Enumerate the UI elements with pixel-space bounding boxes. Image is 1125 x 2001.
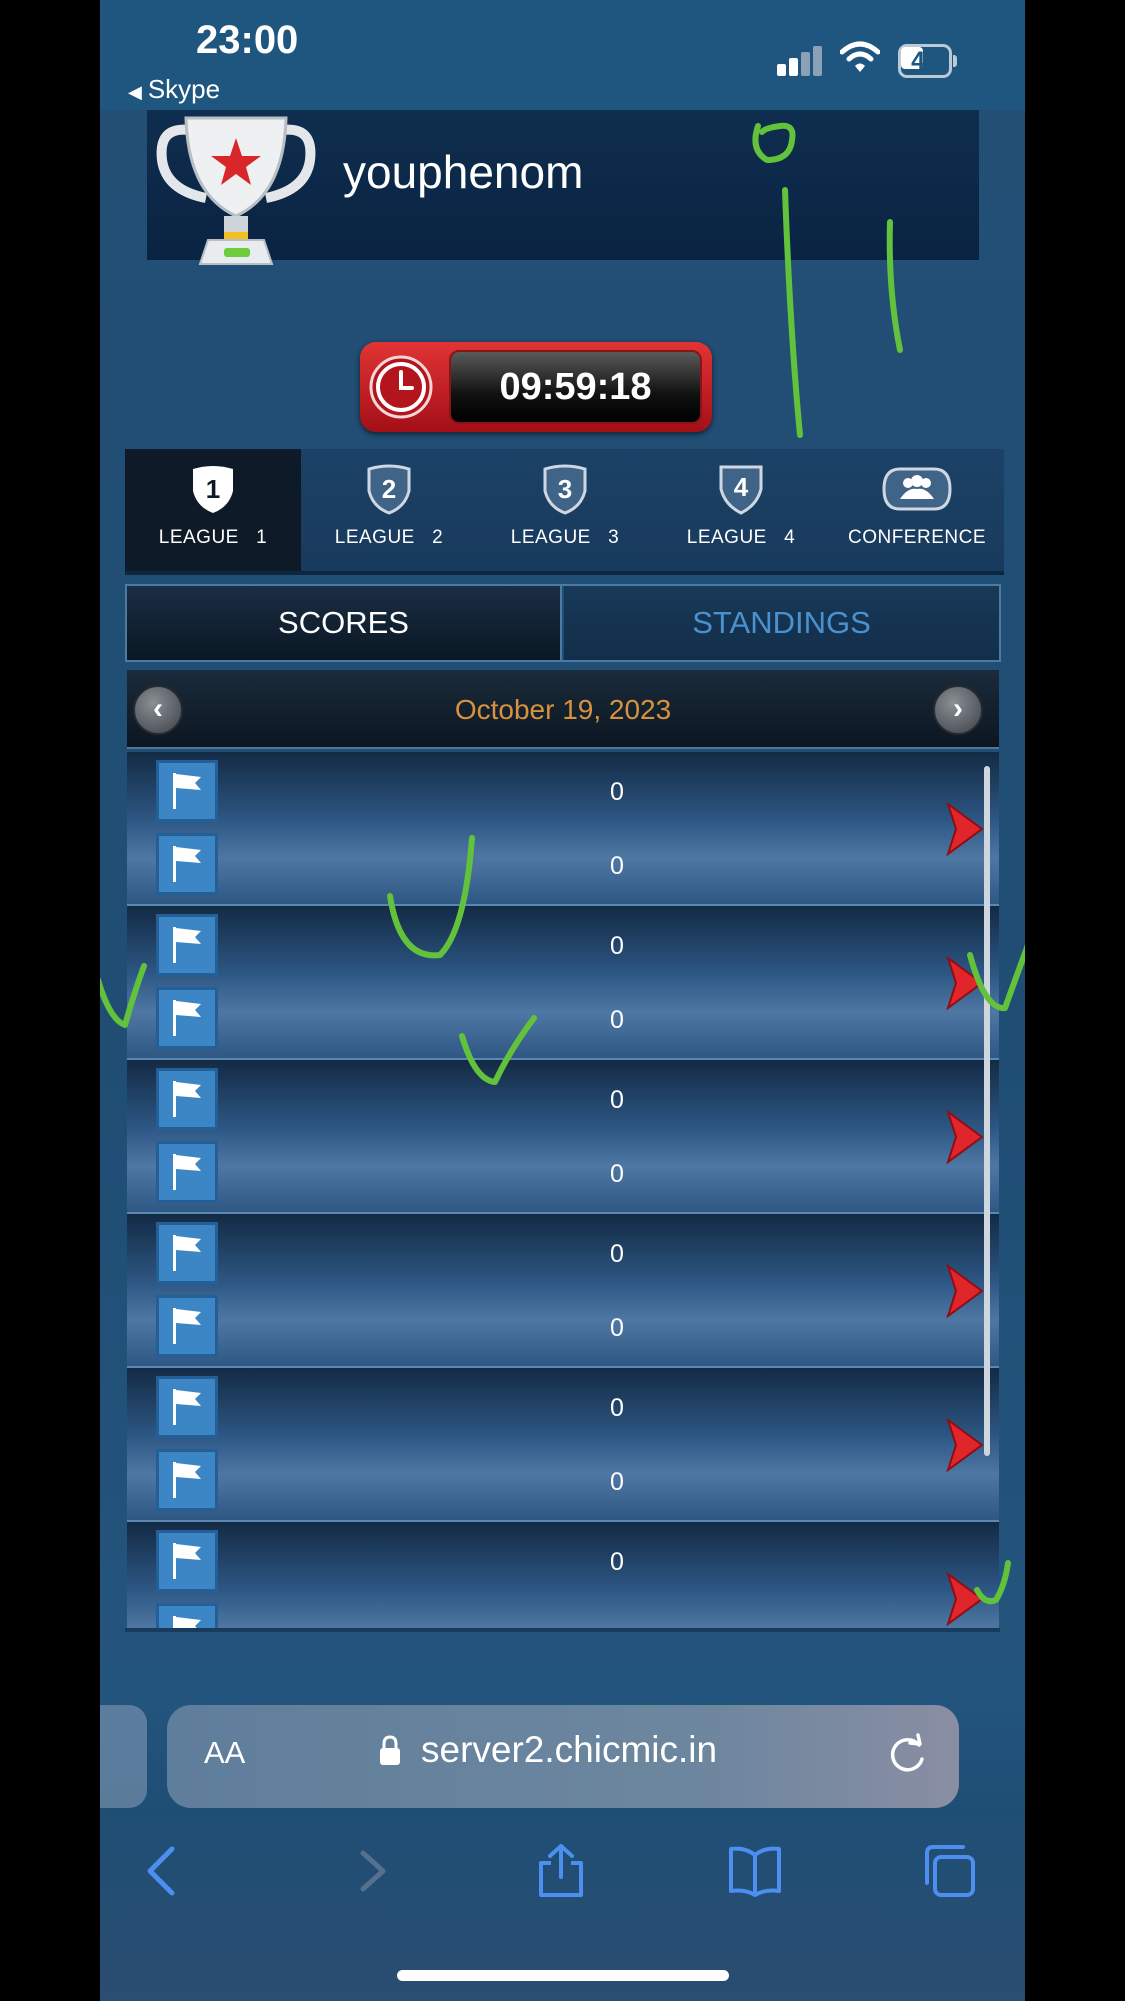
game-row[interactable]: 0: [127, 1522, 999, 1628]
tab-league-4[interactable]: 4 LEAGUE 4: [653, 449, 829, 571]
game-row[interactable]: 0 0: [127, 1060, 999, 1214]
tab-label: LEAGUE 4: [686, 527, 796, 548]
chevron-right-icon[interactable]: [942, 802, 984, 856]
games-scrollbar[interactable]: [984, 766, 990, 1456]
tabs-icon[interactable]: [921, 1843, 977, 1899]
team-score: 0: [610, 932, 624, 960]
team-flag-icon: [156, 760, 218, 822]
chevron-right-icon[interactable]: [942, 1264, 984, 1318]
battery-level: 47: [911, 47, 939, 75]
previous-tab-preview[interactable]: [100, 1705, 147, 1808]
tab-league-1[interactable]: 1 LEAGUE 1: [125, 449, 301, 571]
team-score: 0: [610, 1314, 624, 1342]
back-triangle-icon: ◀: [128, 82, 142, 102]
game-row[interactable]: 0 0: [127, 1368, 999, 1522]
standings-tab[interactable]: STANDINGS: [564, 586, 999, 660]
team-flag-icon: [156, 1530, 218, 1592]
shield-number: 4: [734, 472, 749, 502]
status-time: 23:00: [196, 18, 299, 62]
conference-icon: [882, 467, 952, 511]
scores-tab[interactable]: SCORES: [127, 586, 562, 660]
team-flag-icon: [156, 1068, 218, 1130]
current-date: October 19, 2023: [454, 694, 672, 725]
team-flag-icon: [156, 987, 218, 1049]
home-indicator: [397, 1970, 729, 1981]
divider: [125, 1628, 1000, 1632]
bookmarks-icon[interactable]: [727, 1843, 783, 1899]
address-bar[interactable]: AA server2.chicmic.in: [167, 1705, 959, 1808]
games-list: 0 0 0 0 0 0 0 0 0 0 0: [127, 752, 999, 1628]
team-score: 0: [610, 778, 624, 806]
countdown-timer: 09:59:18: [360, 342, 712, 432]
tab-league-2[interactable]: 2 LEAGUE 2: [301, 449, 477, 571]
clock-icon: [369, 355, 433, 419]
team-score: 0: [610, 1394, 624, 1422]
chevron-right-icon[interactable]: [942, 1110, 984, 1164]
tab-label: LEAGUE 1: [158, 527, 268, 548]
phone-screen: 23:00 ◀ Skype 47 youphenom 09:59:18 1 LE…: [100, 0, 1025, 2001]
back-icon[interactable]: [138, 1843, 194, 1899]
team-flag-icon: [156, 1376, 218, 1438]
share-icon[interactable]: [533, 1843, 589, 1899]
team-score: 0: [610, 1160, 624, 1188]
shield-2-icon: 2: [367, 464, 411, 515]
wifi-icon: [840, 41, 880, 72]
team-score: 0: [610, 1240, 624, 1268]
team-flag-icon: [156, 914, 218, 976]
back-to-app-link[interactable]: ◀ Skype: [128, 74, 220, 105]
tab-label: CONFERENCE: [847, 527, 986, 548]
scores-standings-toggle: SCORES STANDINGS: [125, 584, 1001, 662]
url-text[interactable]: server2.chicmic.in: [421, 1729, 717, 1771]
team-flag-icon: [156, 1141, 218, 1203]
team-flag-icon: [156, 1449, 218, 1511]
chevron-right-icon[interactable]: [942, 1418, 984, 1472]
previous-date-button[interactable]: ‹: [133, 685, 183, 735]
shield-number: 3: [558, 474, 572, 504]
game-row[interactable]: 0 0: [127, 906, 999, 1060]
team-flag-icon: [156, 833, 218, 895]
forward-icon[interactable]: [343, 1843, 399, 1899]
league-tabs: 1 LEAGUE 1 2 LEAGUE 2 3 LEAGUE 3 4 LEAGU: [125, 449, 1004, 575]
lock-icon: [380, 1735, 400, 1765]
tab-label: LEAGUE 3: [510, 527, 620, 548]
team-score: 0: [610, 1548, 624, 1576]
tab-league-3[interactable]: 3 LEAGUE 3: [477, 449, 653, 571]
shield-number: 2: [382, 474, 396, 504]
timer-value: 09:59:18: [449, 350, 702, 424]
username: youphenom: [343, 146, 584, 198]
next-date-button[interactable]: ›: [933, 685, 983, 735]
team-score: 0: [610, 1468, 624, 1496]
game-row[interactable]: 0 0: [127, 1214, 999, 1368]
trophy-icon: [156, 116, 316, 265]
shield-3-icon: 3: [543, 464, 587, 515]
chevron-right-icon[interactable]: [942, 956, 984, 1010]
date-navigator: October 19, 2023 ‹ ›: [127, 670, 999, 749]
status-bar: 23:00 ◀ Skype 47: [100, 0, 1025, 110]
shield-4-icon: 4: [719, 465, 763, 515]
tab-label: LEAGUE 2: [334, 527, 444, 548]
chevron-left-icon: ‹: [153, 692, 163, 725]
team-score: 0: [610, 1006, 624, 1034]
team-score: 0: [610, 852, 624, 880]
back-app-label: Skype: [147, 74, 221, 104]
game-row[interactable]: 0 0: [127, 752, 999, 906]
team-score: 0: [610, 1086, 624, 1114]
battery-icon: 47: [898, 44, 958, 78]
text-size-button[interactable]: AA: [204, 1735, 245, 1771]
team-flag-icon: [156, 1295, 218, 1357]
team-flag-icon: [156, 1222, 218, 1284]
team-flag-icon: [156, 1603, 218, 1628]
tab-conference[interactable]: CONFERENCE: [829, 449, 1005, 571]
chevron-right-icon[interactable]: [942, 1572, 984, 1626]
shield-1-icon: 1: [193, 466, 233, 513]
shield-number: 1: [206, 474, 220, 504]
chevron-right-icon: ›: [953, 692, 963, 725]
cellular-signal-icon: [777, 44, 825, 76]
reload-icon[interactable]: [885, 1733, 929, 1777]
